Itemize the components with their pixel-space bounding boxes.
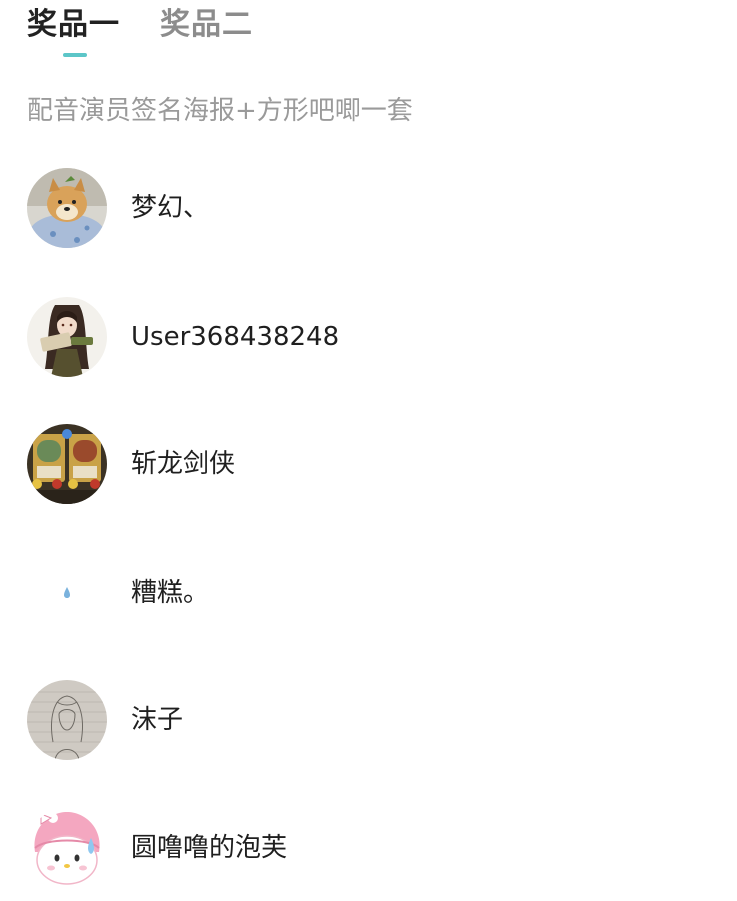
sketch-girl-avatar[interactable] <box>27 680 107 760</box>
tab-prize-one-label: 奖品一 <box>27 7 120 42</box>
tab-prize-two[interactable]: 奖品二 <box>160 2 253 48</box>
winner-item[interactable]: User368438248 <box>27 297 339 377</box>
melody-avatar[interactable] <box>27 808 107 888</box>
winner-name: 沫子 <box>131 705 184 735</box>
water-drop-avatar[interactable] <box>27 553 107 633</box>
winner-name: 圆噜噜的泡芙 <box>131 833 288 863</box>
winner-name: 梦幻、 <box>131 193 210 223</box>
winner-name: 糟糕。 <box>131 578 210 608</box>
tab-prize-one[interactable]: 奖品一 <box>27 2 120 57</box>
winner-name: User368438248 <box>131 322 340 352</box>
game-cards-avatar[interactable] <box>27 424 107 504</box>
winner-item[interactable]: 沫子 <box>27 680 183 760</box>
prize-tabs: 奖品一 奖品二 <box>27 2 293 62</box>
winner-item[interactable]: 糟糕。 <box>27 553 209 633</box>
shiba-dog-avatar[interactable] <box>27 168 107 248</box>
winner-name: 斩龙剑侠 <box>131 449 236 479</box>
active-tab-indicator <box>63 53 87 57</box>
winner-item[interactable]: 斩龙剑侠 <box>27 424 235 504</box>
anime-girl-avatar[interactable] <box>27 297 107 377</box>
tab-prize-two-label: 奖品二 <box>160 7 253 42</box>
winner-item[interactable]: 圆噜噜的泡芙 <box>27 808 287 888</box>
winner-item[interactable]: 梦幻、 <box>27 168 209 248</box>
prize-description: 配音演员签名海报+方形吧唧一套 <box>27 96 413 126</box>
